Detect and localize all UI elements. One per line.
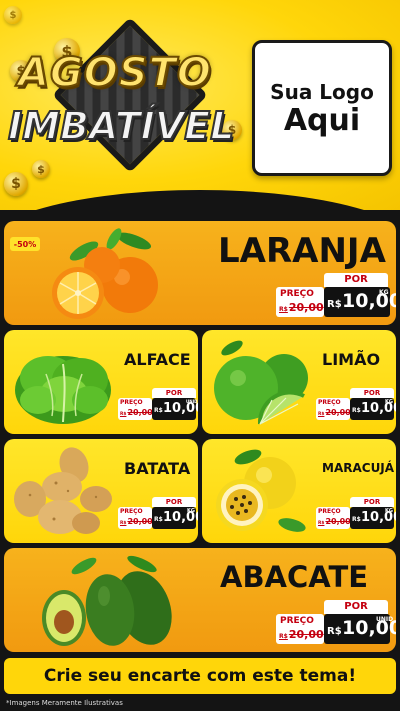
old-price-box: PREÇO R$20,00 [276, 287, 324, 317]
coin-icon: $ [4, 6, 22, 24]
discount-badge: -50% [10, 237, 40, 251]
product-name: BATATA [124, 459, 191, 478]
header-banner: $ $ $ $ $ $ AGOSTO IMBATÍVEL Sua Logo Aq… [0, 0, 400, 210]
old-price: R$20,00 [279, 301, 324, 314]
product-card-limao[interactable]: LIMÃO POR PREÇO R$20,00 R$ 10,00 KG [202, 330, 396, 434]
new-price-currency: R$ [154, 407, 163, 414]
unit-label: KG [187, 508, 195, 514]
new-price-box: R$ 10,00 KG [152, 507, 198, 529]
old-price-box: PREÇO R$20,00 [316, 398, 351, 420]
product-name: ALFACE [124, 350, 191, 369]
por-label: POR [324, 273, 388, 287]
logo-placeholder[interactable]: Sua Logo Aqui [252, 40, 392, 176]
title-line2: IMBATÍVEL [7, 103, 235, 149]
disclaimer-note: *Imagens Meramente Ilustrativas [6, 699, 123, 707]
cta-banner[interactable]: Crie seu encarte com este tema! [4, 658, 396, 694]
old-price: R$20,00 [120, 517, 153, 526]
old-price-box: PREÇO R$20,00 [276, 614, 324, 644]
new-price-currency: R$ [154, 516, 163, 523]
preco-label: PREÇO [280, 616, 314, 626]
old-price: R$20,00 [318, 517, 351, 526]
title-line1: AGOSTO [17, 49, 212, 97]
old-price: R$20,00 [120, 408, 153, 417]
por-label: POR [350, 388, 394, 398]
old-price-box: PREÇO R$20,00 [118, 398, 153, 420]
price-tag: POR PREÇO R$20,00 R$ 10,00 UNID [118, 388, 198, 424]
new-price-currency: R$ [327, 299, 342, 310]
lime-icon [214, 340, 308, 425]
preco-label: PREÇO [318, 399, 341, 406]
logo-text-line1: Sua Logo [270, 79, 374, 104]
coin-icon: $ [4, 172, 28, 196]
por-label: POR [350, 497, 394, 507]
new-price-currency: R$ [327, 626, 342, 637]
lettuce-icon [15, 356, 111, 424]
coin-icon: $ [32, 160, 50, 178]
passion-fruit-icon [216, 449, 306, 532]
product-card-abacate[interactable]: ABACATE POR PREÇO R$20,00 R$ 10,00 UNID [4, 548, 396, 652]
price-tag: POR PREÇO R$20,00 R$ 10,00 UNID [276, 600, 396, 648]
header-curve-divider [0, 190, 400, 210]
unit-label: KG [385, 399, 393, 405]
product-card-alface[interactable]: ALFACE POR PREÇO R$20,00 R$ 10,00 UNID [4, 330, 198, 434]
product-name: LIMÃO [322, 350, 381, 369]
new-price-box: R$ 10,00 UNID [324, 614, 396, 644]
preco-label: PREÇO [318, 508, 341, 515]
preco-label: PREÇO [120, 399, 143, 406]
product-name: MARACUJÁ [322, 461, 395, 475]
price-tag: POR PREÇO R$20,00 R$ 10,00 KG [276, 273, 396, 321]
price-tag: POR PREÇO R$20,00 R$ 10,00 KG [316, 497, 396, 533]
unit-label: UNID [376, 616, 394, 623]
orange-fruit-icon [52, 228, 158, 319]
avocado-icon [42, 555, 172, 646]
por-label: POR [152, 388, 196, 398]
unit-label: KG [385, 508, 393, 514]
product-name: ABACATE [220, 560, 369, 594]
new-price-box: R$ 10,00 KG [324, 287, 396, 317]
unit-label: KG [379, 289, 389, 296]
preco-label: PREÇO [280, 289, 314, 299]
price-tag: POR PREÇO R$20,00 R$ 10,00 KG [316, 388, 396, 424]
old-price: R$20,00 [279, 628, 324, 641]
preco-label: PREÇO [120, 508, 143, 515]
new-price-box: R$ 10,00 KG [350, 507, 396, 529]
product-card-maracuja[interactable]: MARACUJÁ POR PREÇO R$20,00 R$ 10,00 KG [202, 439, 396, 543]
product-card-laranja[interactable]: LARANJA POR PREÇO R$20,00 R$ 10,00 KG [4, 221, 396, 325]
logo-text-line2: Aqui [283, 102, 361, 138]
old-price-box: PREÇO R$20,00 [316, 507, 351, 529]
new-price-box: R$ 10,00 UNID [152, 398, 198, 420]
new-price-currency: R$ [352, 407, 361, 414]
por-label: POR [324, 600, 388, 614]
potato-icon [14, 447, 112, 534]
old-price: R$20,00 [318, 408, 351, 417]
product-name: LARANJA [218, 231, 386, 271]
new-price-currency: R$ [352, 516, 361, 523]
price-tag: POR PREÇO R$20,00 R$ 10,00 KG [118, 497, 198, 533]
unit-label: UNID [186, 399, 198, 404]
product-card-batata[interactable]: BATATA POR PREÇO R$20,00 R$ 10,00 KG [4, 439, 198, 543]
new-price-box: R$ 10,00 KG [350, 398, 396, 420]
por-label: POR [152, 497, 196, 507]
old-price-box: PREÇO R$20,00 [118, 507, 153, 529]
